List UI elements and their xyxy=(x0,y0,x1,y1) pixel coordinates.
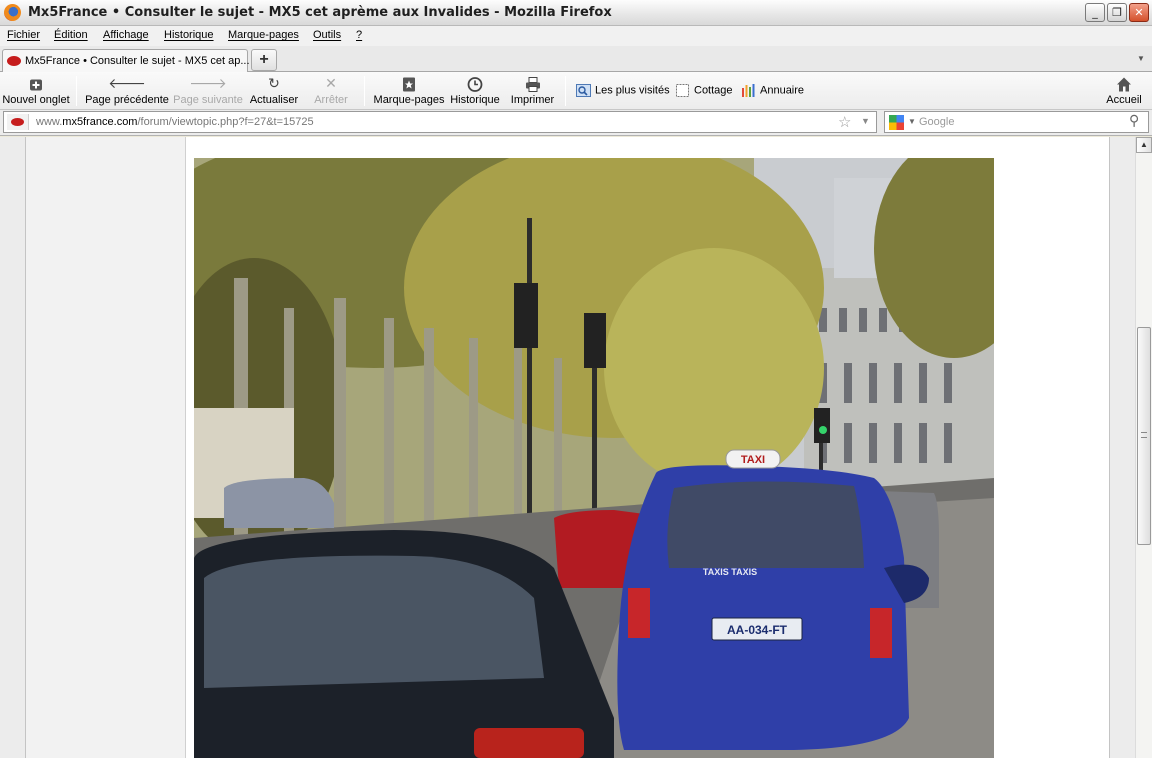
page-icon xyxy=(676,84,689,97)
bookmarks-button[interactable]: Marque-pages xyxy=(373,75,445,109)
tab-list-dropdown-icon[interactable]: ▼ xyxy=(1137,54,1145,63)
bookmark-star-icon[interactable]: ☆ xyxy=(838,113,851,131)
url-domain: mx5france.com xyxy=(62,116,138,128)
new-tab-label: Nouvel onglet xyxy=(2,94,70,106)
print-button[interactable]: Imprimer xyxy=(510,75,555,109)
taxi-roof-sign: TAXI xyxy=(741,454,765,466)
menu-marque-pages[interactable]: Marque-pages xyxy=(228,29,299,41)
history-label: Historique xyxy=(450,94,500,106)
toolbar-separator xyxy=(565,76,566,106)
toolbar-separator xyxy=(76,76,77,106)
home-button[interactable]: Accueil xyxy=(1104,75,1144,109)
mx5france-favicon-icon xyxy=(7,56,21,66)
most-visited-icon xyxy=(576,84,591,97)
stop-label: Arrêter xyxy=(314,94,348,106)
post-photo: AA-034-FT TAXIS TAXIS TAXI xyxy=(194,158,994,758)
bookmark-label: Cottage xyxy=(694,84,733,97)
search-bar: ▼ ⚲ xyxy=(884,111,1149,133)
clock-icon xyxy=(467,77,483,92)
url-prefix: www. xyxy=(36,116,63,128)
new-tab-toolbar-button[interactable]: Nouvel onglet xyxy=(2,75,70,109)
new-tab-icon xyxy=(30,79,42,91)
navigation-toolbar: Nouvel onglet 🡐 Page précédente 🡒 Page s… xyxy=(0,72,1152,110)
bookmark-label: Les plus visités xyxy=(595,84,670,97)
reload-button[interactable]: ↻ Actualiser xyxy=(249,75,299,109)
back-label: Page précédente xyxy=(85,94,169,106)
close-button[interactable]: ✕ xyxy=(1129,3,1149,22)
scroll-up-arrow-icon[interactable]: ▲ xyxy=(1136,137,1152,153)
menu-help[interactable]: ? xyxy=(356,29,362,41)
url-text: www.mx5france.com/forum/viewtopic.php?f=… xyxy=(36,116,314,128)
directory-icon xyxy=(742,84,755,97)
url-history-dropdown-icon[interactable]: ▼ xyxy=(861,116,870,126)
scrollbar-thumb[interactable] xyxy=(1137,327,1151,545)
license-plate: AA-034-FT xyxy=(727,623,788,637)
firefox-logo-icon xyxy=(4,4,21,21)
bookmark-annuaire[interactable]: Annuaire xyxy=(741,83,804,101)
search-magnifier-icon[interactable]: ⚲ xyxy=(1129,113,1139,129)
menu-outils[interactable]: Outils xyxy=(313,29,341,41)
stop-button[interactable]: ✕ Arrêter xyxy=(311,75,351,109)
home-label: Accueil xyxy=(1106,94,1142,106)
bookmark-cottage[interactable]: Cottage xyxy=(675,83,733,101)
print-label: Imprimer xyxy=(510,94,555,106)
tab-active[interactable]: Mx5France • Consulter le sujet - MX5 cet… xyxy=(2,49,250,73)
title-bar: Mx5France • Consulter le sujet - MX5 cet… xyxy=(0,0,1152,26)
forward-arrow-icon: 🡒 xyxy=(189,76,227,92)
printer-icon xyxy=(525,77,540,92)
menu-fichier[interactable]: Fichier xyxy=(7,29,40,41)
forward-label: Page suivante xyxy=(173,94,243,106)
toolbar-separator xyxy=(364,76,365,106)
bookmark-les-plus-visites[interactable]: Les plus visités xyxy=(576,83,670,101)
history-button[interactable]: Historique xyxy=(450,75,500,109)
vertical-scrollbar[interactable]: ▲ xyxy=(1135,137,1152,758)
forward-button[interactable]: 🡒 Page suivante xyxy=(173,75,243,109)
photo-illustration: AA-034-FT TAXIS TAXIS TAXI xyxy=(194,158,994,758)
url-path: /forum/viewtopic.php?f=27&t=15725 xyxy=(137,116,314,128)
google-icon[interactable] xyxy=(889,115,904,130)
window-title: Mx5France • Consulter le sujet - MX5 cet… xyxy=(28,5,612,20)
tab-bar: Mx5France • Consulter le sujet - MX5 cet… xyxy=(0,46,1152,73)
bookmark-icon xyxy=(403,77,415,92)
menu-bar: Fichier Édition Affichage Historique Mar… xyxy=(0,26,1152,46)
reload-label: Actualiser xyxy=(249,94,299,106)
site-identity-icon[interactable] xyxy=(7,114,29,130)
maximize-button[interactable]: ❐ xyxy=(1107,3,1127,22)
tab-title: Mx5France • Consulter le sujet - MX5 cet… xyxy=(25,55,250,67)
menu-historique[interactable]: Historique xyxy=(164,29,214,41)
back-button[interactable]: 🡐 Page précédente xyxy=(85,75,169,109)
back-arrow-icon: 🡐 xyxy=(108,76,146,92)
search-engine-dropdown-icon[interactable]: ▼ xyxy=(908,117,916,126)
bookmarks-label: Marque-pages xyxy=(373,94,445,106)
reload-icon: ↻ xyxy=(268,76,280,92)
new-tab-button[interactable]: + xyxy=(251,49,277,71)
home-icon xyxy=(1117,77,1131,92)
address-row: www.mx5france.com/forum/viewtopic.php?f=… xyxy=(0,110,1152,136)
taxi-door-text: TAXIS TAXIS xyxy=(703,567,757,577)
search-input[interactable] xyxy=(919,114,1119,130)
menu-affichage[interactable]: Affichage xyxy=(103,29,149,41)
minimize-button[interactable]: _ xyxy=(1085,3,1105,22)
url-bar[interactable]: www.mx5france.com/forum/viewtopic.php?f=… xyxy=(3,111,877,133)
menu-edition[interactable]: Édition xyxy=(54,29,88,41)
bookmark-label: Annuaire xyxy=(760,84,805,97)
stop-icon: ✕ xyxy=(325,76,337,92)
